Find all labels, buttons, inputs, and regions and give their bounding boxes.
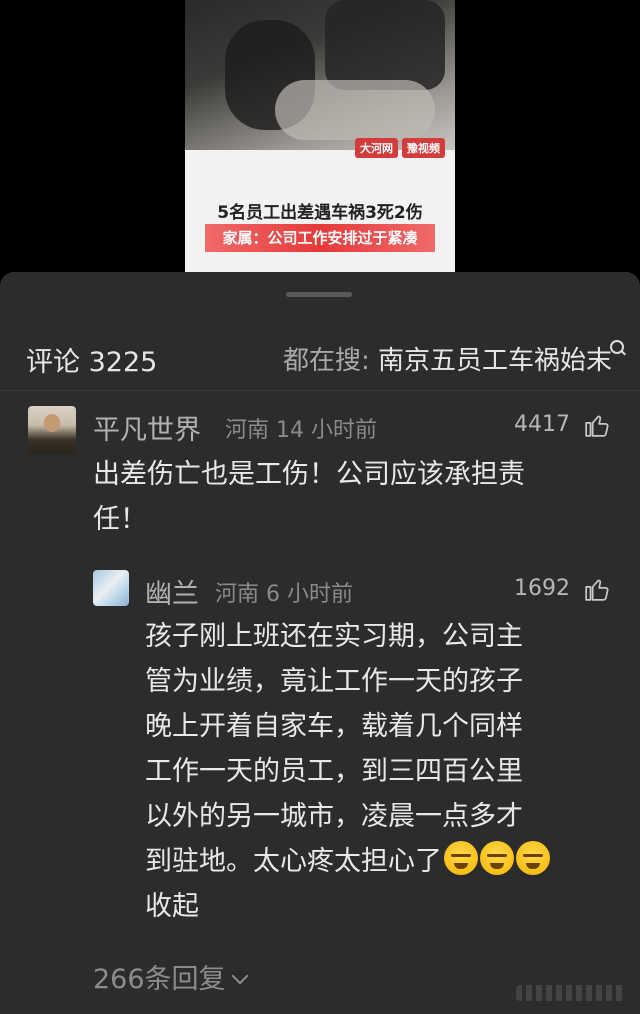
comment-meta: 河南 14 小时前 (225, 418, 377, 443)
trending-prefix: 都在搜: (282, 346, 378, 376)
reply-text-line: 管为业绩，竟让工作一天的孩子 (145, 666, 523, 697)
reply-text-line: 孩子刚上班还在实习期，公司主 (145, 621, 523, 652)
crying-face-icon (444, 841, 478, 875)
avatar[interactable] (93, 570, 129, 606)
reply-text-line-last: 到驻地。太心疼太担心了 (145, 839, 615, 884)
logo-yushipin: 豫视频 (402, 138, 445, 158)
thumb-up-icon[interactable] (584, 412, 610, 438)
drag-handle[interactable] (286, 292, 352, 297)
video-subheadline: 家属：公司工作安排过于紧凑 (205, 224, 435, 252)
video-scene-image (185, 0, 455, 150)
avatar[interactable] (28, 406, 76, 454)
logo-dahe: 大河网 (355, 138, 398, 158)
reply-text-line: 工作一天的员工，到三四百公里 (145, 756, 523, 787)
like-count: 4417 (514, 412, 570, 437)
replies-label: 266条回复 (93, 964, 226, 995)
view-replies-button[interactable]: 266条回复 (93, 957, 249, 996)
comment-text: 出差伤亡也是工伤！公司应该承担责 任！ (93, 452, 613, 542)
watermark (516, 985, 626, 1001)
reply-text-line: 晚上开着自家车，载着几个同样 (145, 711, 523, 742)
collapse-link[interactable]: 收起 (145, 884, 615, 929)
trending-query: 南京五员工车祸始末 (377, 346, 612, 376)
like-count: 1692 (514, 576, 570, 601)
reply-text: 孩子刚上班还在实习期，公司主 管为业绩，竟让工作一天的孩子 晚上开着自家车，载着… (145, 614, 615, 929)
crying-face-icon (516, 841, 550, 875)
reply-meta: 河南 6 小时前 (215, 582, 353, 607)
trending-search-link[interactable]: 都在搜: 南京五员工车祸始末 (283, 340, 612, 377)
comment-header: 评论 3225 都在搜: 南京五员工车祸始末 (0, 330, 640, 391)
reply-text-line: 到驻地。太心疼太担心了 (145, 846, 442, 877)
crying-face-icon (480, 841, 514, 875)
thumb-up-icon[interactable] (584, 576, 610, 602)
comment-count: 评论 3225 (26, 347, 158, 378)
comment-username[interactable]: 平凡世界 (93, 408, 201, 447)
video-thumbnail[interactable]: 大河网 豫视频 5名员工出差遇车祸3死2伤 家属：公司工作安排过于紧凑 (185, 0, 455, 272)
video-headline: 5名员工出差遇车祸3死2伤 (217, 203, 423, 223)
reply-username[interactable]: 幽兰 (145, 572, 199, 611)
comment-text-line: 出差伤亡也是工伤！公司应该承担责 (93, 459, 525, 490)
comment-text-line: 任！ (93, 504, 147, 535)
chevron-down-icon (231, 967, 249, 985)
broadcaster-logos: 大河网 豫视频 (355, 138, 445, 158)
search-icon[interactable] (610, 340, 624, 354)
reply-text-line: 以外的另一城市，凌晨一点多才 (145, 801, 523, 832)
